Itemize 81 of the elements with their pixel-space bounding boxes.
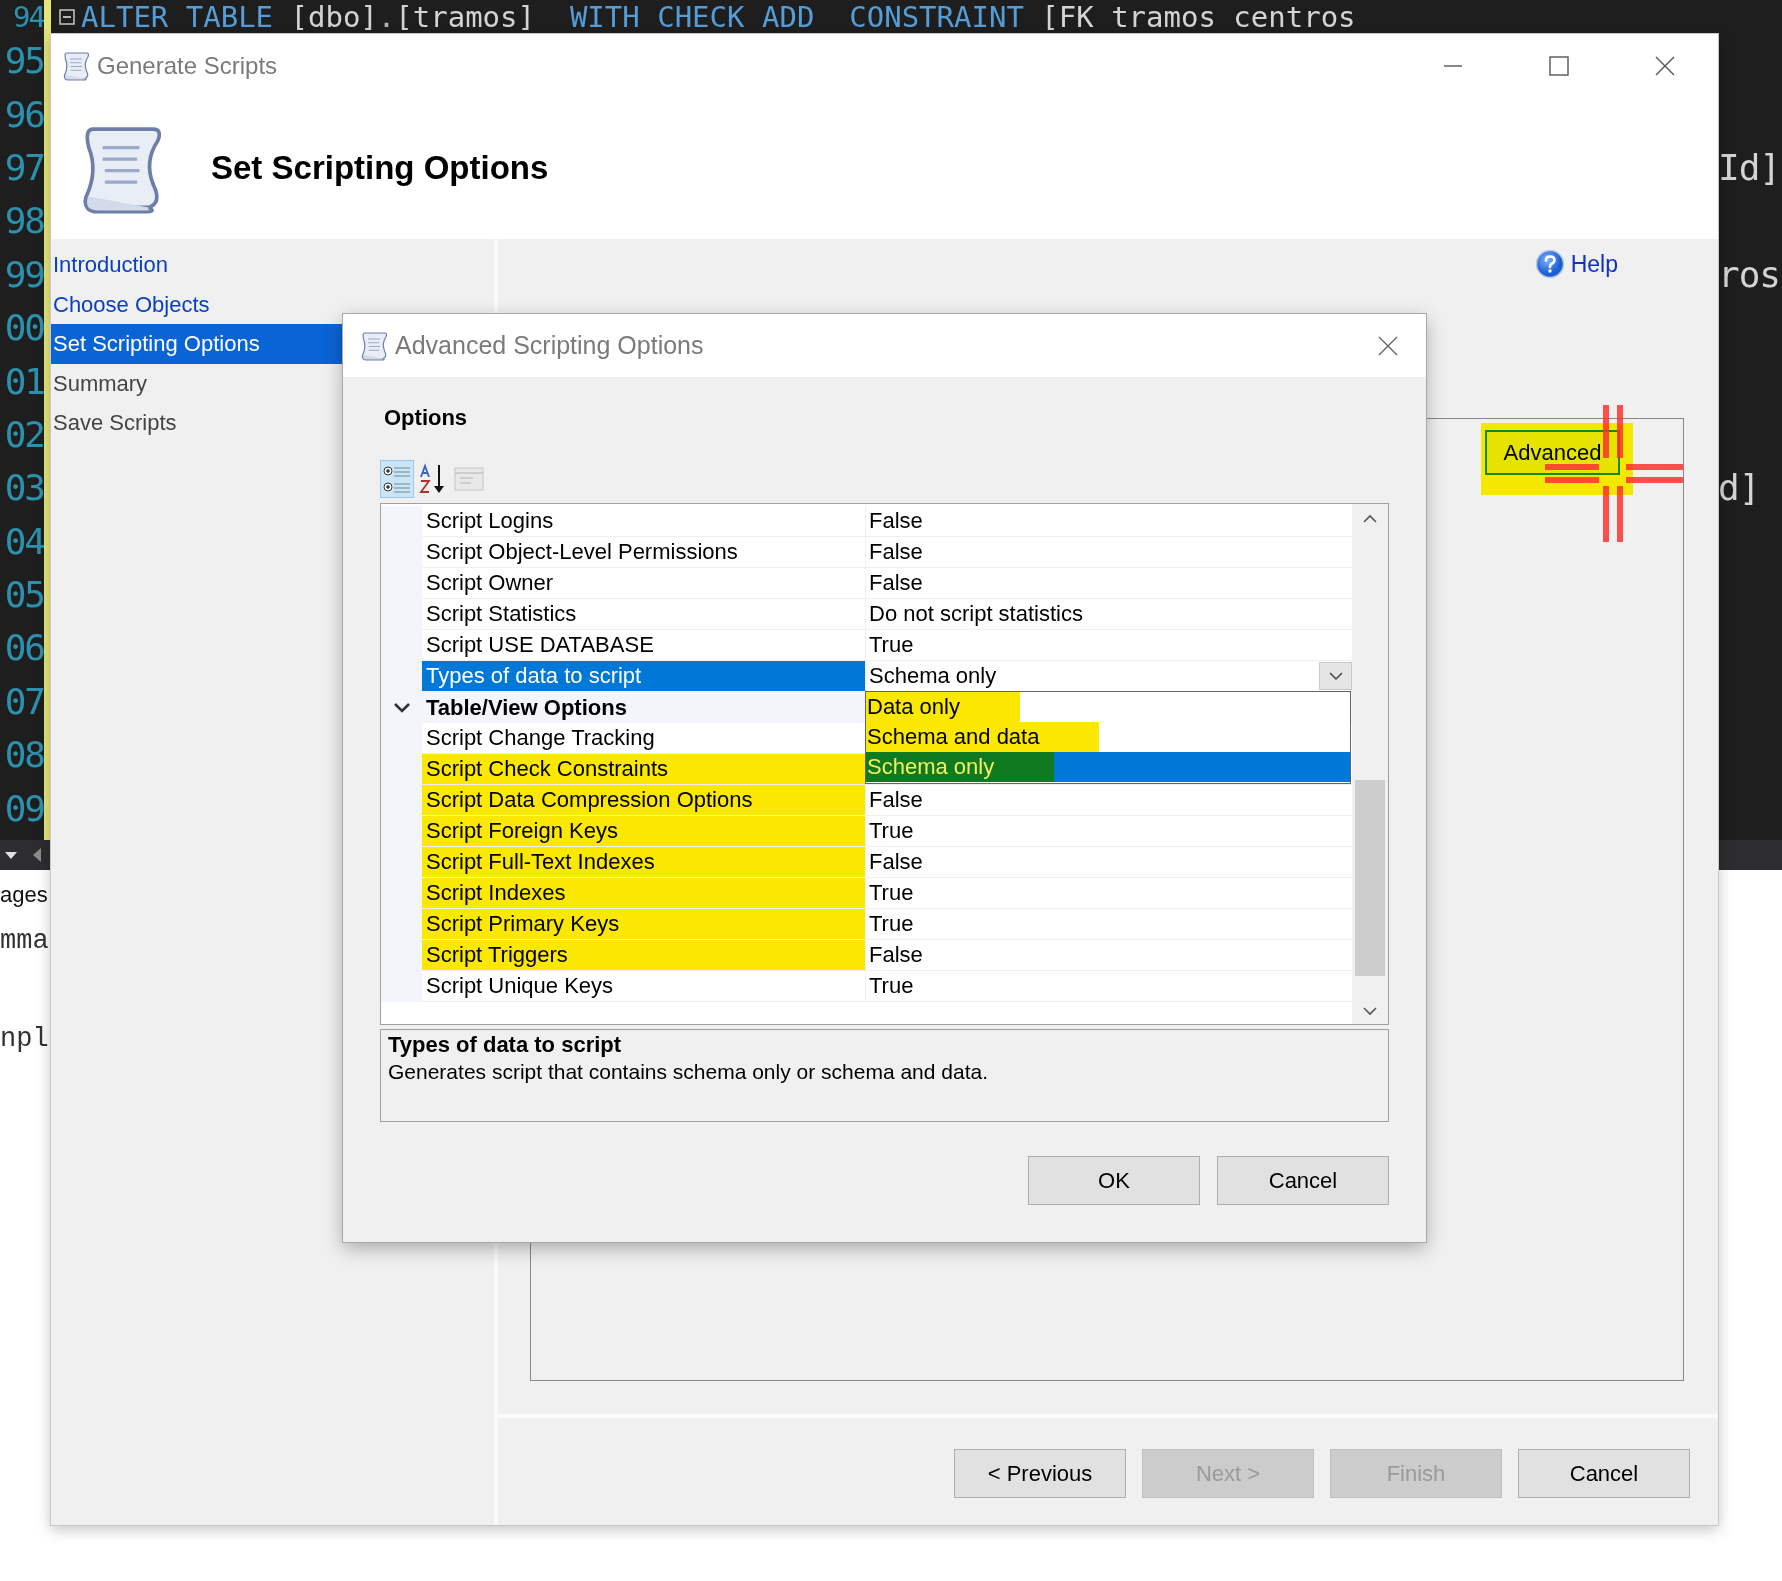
line-number: 07 — [4, 680, 44, 722]
help-icon — [1534, 249, 1565, 279]
window-title: Generate Scripts — [97, 51, 278, 80]
code-fragment: d] — [1718, 467, 1761, 509]
chevron-icon[interactable] — [392, 701, 411, 714]
property-name[interactable]: Script Triggers — [422, 940, 865, 971]
categorized-icon[interactable] — [380, 460, 414, 498]
output-text: mma — [0, 925, 50, 958]
scroll-icon — [61, 49, 91, 82]
property-value[interactable]: False — [869, 787, 923, 813]
property-value[interactable]: Schema only — [869, 663, 997, 689]
property-name[interactable]: Script Foreign Keys — [422, 816, 865, 847]
scroll-icon — [359, 329, 389, 362]
scroll-down-icon[interactable] — [1363, 1007, 1377, 1016]
property-value[interactable]: True — [869, 973, 914, 999]
property-name[interactable]: Script Unique Keys — [422, 971, 865, 1002]
property-name[interactable]: Script Owner — [422, 568, 865, 599]
line-number: 95 — [4, 40, 44, 82]
property-name[interactable]: Script Primary Keys — [422, 909, 865, 940]
property-name[interactable]: Script Full-Text Indexes — [422, 847, 865, 878]
maximize-icon[interactable] — [1548, 54, 1570, 77]
wizard-button[interactable]: Cancel — [1518, 1449, 1690, 1498]
property-value[interactable]: False — [869, 942, 923, 968]
property-value[interactable]: False — [869, 508, 923, 534]
dropdown-option[interactable]: Schema and data — [866, 722, 1350, 752]
dialog-button[interactable]: Cancel — [1217, 1156, 1389, 1205]
property-value[interactable]: True — [869, 632, 914, 658]
chevron-down-icon — [1328, 671, 1343, 681]
scroll-left-icon[interactable] — [32, 847, 42, 863]
line-number: 96 — [4, 93, 44, 135]
line-number: 99 — [4, 253, 44, 295]
section-heading: Options — [384, 405, 469, 432]
collapse-icon[interactable] — [59, 9, 75, 25]
description-text: Generates script that contains schema only or schema and data. — [388, 1060, 989, 1084]
nav-item[interactable]: Introduction — [51, 245, 494, 285]
line-number: 08 — [4, 734, 44, 776]
dialog-button[interactable]: OK — [1028, 1156, 1200, 1205]
line-number: 94 — [13, 0, 44, 34]
wizard-button[interactable]: < Previous — [954, 1449, 1126, 1498]
tab-label[interactable]: ages — [0, 882, 51, 912]
help-link[interactable]: Help — [1534, 249, 1618, 279]
dropdown-button[interactable] — [1319, 662, 1352, 690]
property-value[interactable]: False — [869, 539, 923, 565]
scrollbar[interactable] — [1352, 504, 1388, 1024]
scroll-up-icon[interactable] — [1363, 514, 1377, 523]
property-name[interactable]: Script Logins — [422, 506, 865, 537]
property-value[interactable]: True — [869, 880, 914, 906]
property-name[interactable]: Types of data to script — [422, 661, 865, 692]
line-number: 04 — [4, 520, 44, 562]
property-value[interactable]: Do not script statistics — [869, 601, 1083, 627]
output-text: npl — [0, 1023, 50, 1056]
property-name[interactable]: Script Statistics — [422, 599, 865, 630]
nav-item[interactable]: Choose Objects — [51, 284, 494, 324]
property-name[interactable]: Script Object-Level Permissions — [422, 537, 865, 568]
description-title: Types of data to script — [388, 1032, 623, 1058]
property-value[interactable]: False — [869, 570, 923, 596]
close-icon[interactable] — [1378, 335, 1398, 356]
line-number: 01 — [4, 360, 44, 402]
code-line: ALTER TABLE [dbo].[tramos] WITH CHECK ADD CONSTRAINT [FK_tramos_centros — [81, 0, 1356, 34]
property-name[interactable]: Script Indexes — [422, 878, 865, 909]
line-number: 06 — [4, 627, 44, 669]
page-title: Set Scripting Options — [211, 149, 549, 187]
line-number: 05 — [4, 574, 44, 616]
property-name[interactable]: Script Check Constraints — [422, 754, 865, 785]
line-number: 02 — [4, 413, 44, 455]
property-value[interactable]: True — [869, 911, 914, 937]
property-value[interactable]: False — [869, 849, 923, 875]
line-number: 97 — [4, 146, 44, 188]
line-number: 09 — [4, 787, 44, 829]
property-name[interactable]: Script Data Compression Options — [422, 785, 865, 816]
line-number: 98 — [4, 200, 44, 242]
line-number: 03 — [4, 467, 44, 509]
line-number: 00 — [4, 307, 44, 349]
advanced-button[interactable]: Advanced — [1485, 430, 1620, 475]
code-fragment: ros — [1718, 253, 1782, 295]
close-icon[interactable] — [1654, 54, 1676, 77]
dropdown-option[interactable]: Data only — [866, 692, 1350, 722]
dropdown-option[interactable]: Schema only — [866, 752, 1350, 782]
property-value[interactable]: True — [869, 818, 914, 844]
dropdown-icon[interactable] — [4, 850, 18, 860]
code-fragment: Id] — [1718, 146, 1782, 188]
